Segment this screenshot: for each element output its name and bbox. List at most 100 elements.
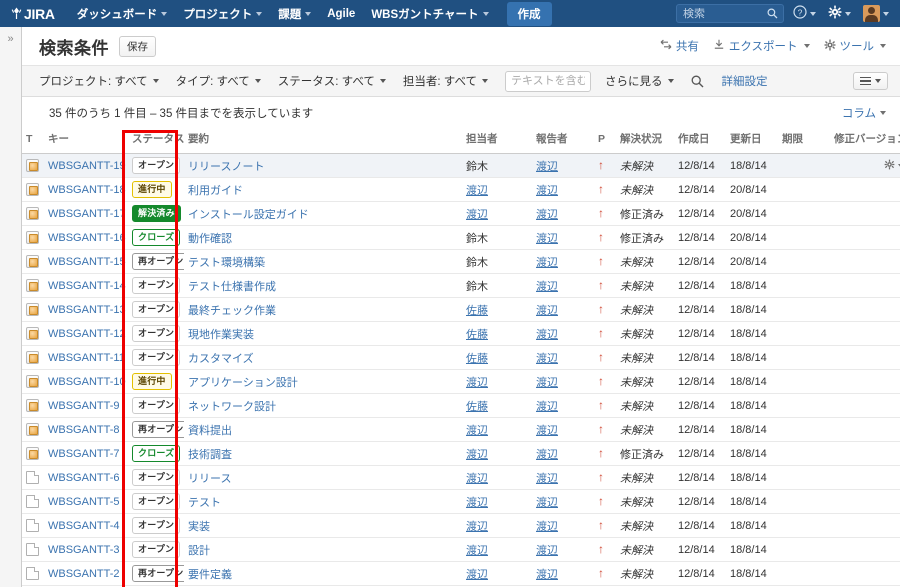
reporter-link[interactable]: 渡辺 xyxy=(536,377,558,389)
issue-summary-link[interactable]: 現地作業実装 xyxy=(188,329,254,341)
admin-settings-button[interactable] xyxy=(823,3,854,24)
issue-key-link[interactable]: WBSGANTT-19 xyxy=(48,160,126,172)
table-row[interactable]: WBSGANTT-17 解決済み インストール設定ガイド 渡辺 渡辺 ↑ 修正済み 12/8/… xyxy=(22,201,900,226)
filter-type[interactable]: タイプ: すべて xyxy=(176,73,261,89)
reporter-link[interactable]: 渡辺 xyxy=(536,473,558,485)
reporter-link[interactable]: 渡辺 xyxy=(536,401,558,413)
cell-issue-key[interactable]: WBSGANTT-9 xyxy=(44,393,128,418)
table-row[interactable]: WBSGANTT-14 オープン テスト仕様書作成 鈴木 渡辺 ↑ 未解決 12/8/14 18… xyxy=(22,273,900,298)
assignee-link[interactable]: 渡辺 xyxy=(466,209,488,221)
issue-key-link[interactable]: WBSGANTT-5 xyxy=(48,496,120,508)
issue-summary-link[interactable]: テスト仕様書作成 xyxy=(188,281,276,293)
help-menu-button[interactable]: ? xyxy=(788,3,819,24)
tools-button[interactable]: ツール xyxy=(824,38,886,54)
issue-key-link[interactable]: WBSGANTT-6 xyxy=(48,472,120,484)
table-row[interactable]: WBSGANTT-5 オープン テスト 渡辺 渡辺 ↑ 未解決 12/8/14 18/8/14 xyxy=(22,489,900,514)
reporter-link[interactable]: 渡辺 xyxy=(536,569,558,581)
table-row[interactable]: WBSGANTT-9 オープン ネットワーク設計 佐藤 渡辺 ↑ 未解決 12/8/14 18/… xyxy=(22,393,900,418)
column-header-due[interactable]: 期限 xyxy=(778,128,830,154)
issue-summary-link[interactable]: リリース xyxy=(188,473,231,485)
table-row[interactable]: WBSGANTT-19 オープン リリースノート 鈴木 渡辺 ↑ 未解決 12/8/14 18/… xyxy=(22,153,900,178)
cell-issue-key[interactable]: WBSGANTT-11 xyxy=(44,345,128,370)
issue-summary-link[interactable]: 設計 xyxy=(188,545,210,557)
issue-key-link[interactable]: WBSGANTT-14 xyxy=(48,280,126,292)
cell-issue-key[interactable]: WBSGANTT-13 xyxy=(44,297,128,322)
share-button[interactable]: 共有 xyxy=(660,38,699,54)
cell-issue-key[interactable]: WBSGANTT-18 xyxy=(44,177,128,202)
save-filter-button[interactable]: 保存 xyxy=(119,35,156,57)
cell-issue-key[interactable]: WBSGANTT-2 xyxy=(44,561,128,586)
cell-issue-key[interactable]: WBSGANTT-5 xyxy=(44,489,128,514)
issue-summary-link[interactable]: アプリケーション設計 xyxy=(188,377,298,389)
issue-key-link[interactable]: WBSGANTT-18 xyxy=(48,184,126,196)
cell-summary[interactable]: カスタマイズ xyxy=(184,345,462,370)
cell-issue-key[interactable]: WBSGANTT-14 xyxy=(44,273,128,298)
row-actions-button[interactable] xyxy=(884,159,900,173)
column-header-type[interactable]: T xyxy=(22,128,44,154)
nav-item-wbs-gantt[interactable]: WBSガントチャート xyxy=(363,1,496,27)
view-layout-button[interactable] xyxy=(853,71,888,91)
cell-issue-key[interactable]: WBSGANTT-6 xyxy=(44,465,128,490)
nav-item-issues[interactable]: 課題 xyxy=(270,1,319,27)
issue-summary-link[interactable]: 要件定義 xyxy=(188,569,232,581)
table-row[interactable]: WBSGANTT-8 再オープン 資料提出 渡辺 渡辺 ↑ 未解決 12/8/14 18/8/1… xyxy=(22,417,900,442)
table-row[interactable]: WBSGANTT-15 再オープン テスト環境構築 鈴木 渡辺 ↑ 未解決 12/8/14 20… xyxy=(22,249,900,274)
column-header-assignee[interactable]: 担当者 xyxy=(462,128,532,154)
assignee-link[interactable]: 渡辺 xyxy=(466,569,488,581)
reporter-link[interactable]: 渡辺 xyxy=(536,257,558,269)
issue-key-link[interactable]: WBSGANTT-16 xyxy=(48,232,126,244)
cell-summary[interactable]: リリースノート xyxy=(184,153,462,178)
assignee-link[interactable]: 渡辺 xyxy=(466,185,488,197)
reporter-link[interactable]: 渡辺 xyxy=(536,449,558,461)
issue-key-link[interactable]: WBSGANTT-12 xyxy=(48,328,126,340)
reporter-link[interactable]: 渡辺 xyxy=(536,353,558,365)
assignee-link[interactable]: 佐藤 xyxy=(466,353,488,365)
filter-text-input[interactable] xyxy=(505,70,591,92)
reporter-link[interactable]: 渡辺 xyxy=(536,209,558,221)
column-header-status[interactable]: ステータス xyxy=(128,128,185,154)
cell-issue-key[interactable]: WBSGANTT-3 xyxy=(44,537,128,562)
cell-issue-key[interactable]: WBSGANTT-15 xyxy=(44,249,128,274)
cell-summary[interactable]: ネットワーク設計 xyxy=(184,393,462,418)
issue-summary-link[interactable]: テスト xyxy=(188,497,221,509)
cell-summary[interactable]: 動作確認 xyxy=(184,225,462,250)
table-row[interactable]: WBSGANTT-7 クローズ 技術調査 渡辺 渡辺 ↑ 修正済み 12/8/14 18/8/1… xyxy=(22,441,900,466)
search-icon[interactable] xyxy=(691,75,704,88)
issue-key-link[interactable]: WBSGANTT-3 xyxy=(48,544,120,556)
nav-item-dashboard[interactable]: ダッシュボード xyxy=(69,1,176,27)
issue-key-link[interactable]: WBSGANTT-13 xyxy=(48,304,126,316)
cell-summary[interactable]: 最終チェック作業 xyxy=(184,297,462,322)
nav-item-projects[interactable]: プロジェクト xyxy=(175,1,270,27)
issue-key-link[interactable]: WBSGANTT-10 xyxy=(48,376,126,388)
user-profile-button[interactable] xyxy=(858,3,892,24)
cell-summary[interactable]: 利用ガイド xyxy=(184,177,462,202)
cell-summary[interactable]: 現地作業実装 xyxy=(184,321,462,346)
issue-key-link[interactable]: WBSGANTT-7 xyxy=(48,448,120,460)
issue-summary-link[interactable]: 動作確認 xyxy=(188,233,232,245)
table-row[interactable]: WBSGANTT-12 オープン 現地作業実装 佐藤 渡辺 ↑ 未解決 12/8/14 18/8… xyxy=(22,321,900,346)
columns-config-button[interactable]: コラム xyxy=(842,105,886,121)
issue-summary-link[interactable]: 最終チェック作業 xyxy=(188,305,276,317)
table-row[interactable]: WBSGANTT-6 オープン リリース 渡辺 渡辺 ↑ 未解決 12/8/14 18/8/14 xyxy=(22,465,900,490)
table-row[interactable]: WBSGANTT-18 進行中 利用ガイド 渡辺 渡辺 ↑ 未解決 12/8/14 20/8/1… xyxy=(22,177,900,202)
global-search-box[interactable] xyxy=(676,4,784,23)
reporter-link[interactable]: 渡辺 xyxy=(536,233,558,245)
global-search-input[interactable] xyxy=(683,7,767,20)
table-row[interactable]: WBSGANTT-13 オープン 最終チェック作業 佐藤 渡辺 ↑ 未解決 12/8/14 18… xyxy=(22,297,900,322)
table-row[interactable]: WBSGANTT-3 オープン 設計 渡辺 渡辺 ↑ 未解決 12/8/14 18/8/14 xyxy=(22,537,900,562)
issue-summary-link[interactable]: ネットワーク設計 xyxy=(188,401,276,413)
cell-issue-key[interactable]: WBSGANTT-8 xyxy=(44,417,128,442)
reporter-link[interactable]: 渡辺 xyxy=(536,305,558,317)
assignee-link[interactable]: 渡辺 xyxy=(466,521,488,533)
assignee-link[interactable]: 渡辺 xyxy=(466,497,488,509)
cell-issue-key[interactable]: WBSGANTT-12 xyxy=(44,321,128,346)
issue-key-link[interactable]: WBSGANTT-17 xyxy=(48,208,126,220)
column-header-reporter[interactable]: 報告者 xyxy=(532,128,594,154)
issue-summary-link[interactable]: 資料提出 xyxy=(188,425,232,437)
column-header-created[interactable]: 作成日 xyxy=(674,128,726,154)
column-header-summary[interactable]: 要約 xyxy=(184,128,462,154)
column-header-resolution[interactable]: 解決状況 xyxy=(616,128,674,154)
cell-summary[interactable]: 技術調査 xyxy=(184,441,462,466)
cell-summary[interactable]: 設計 xyxy=(184,537,462,562)
issue-key-link[interactable]: WBSGANTT-2 xyxy=(48,568,120,580)
